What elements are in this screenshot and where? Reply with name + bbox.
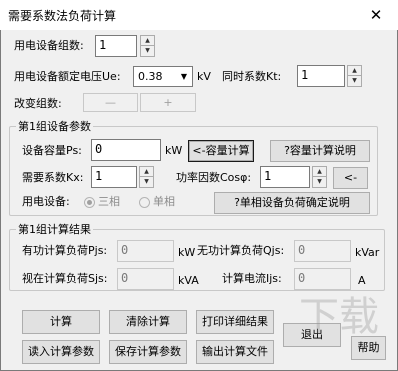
title-bar: 需要系数法负荷计算 ✕ (0, 0, 398, 30)
active-load-output: 0 (117, 240, 174, 262)
save-params-button[interactable]: 保存计算参数 (109, 340, 187, 364)
device-groups-label: 用电设备组数: (14, 39, 84, 52)
clear-button[interactable]: 清除计算 (109, 310, 187, 334)
spin-up-icon[interactable]: ▲ (140, 167, 153, 177)
apparent-load-unit: kVA (178, 274, 199, 287)
single-phase-label: 单相 (153, 195, 175, 208)
watermark-logo: 下载 (299, 294, 379, 340)
reactive-load-output: 0 (294, 240, 351, 262)
close-icon[interactable]: ✕ (354, 0, 398, 30)
rated-voltage-select[interactable]: 0.38 ▼ (133, 66, 193, 87)
power-factor-label: 功率因数Cosφ: (176, 171, 252, 184)
spin-down-icon[interactable]: ▼ (348, 76, 361, 86)
increase-group-button[interactable]: + (140, 93, 196, 112)
apply-power-factor-button[interactable]: <- (333, 167, 368, 189)
apparent-load-output: 0 (117, 268, 174, 290)
power-factor-input[interactable]: 1 (260, 166, 310, 188)
three-phase-label: 三相 (98, 195, 120, 208)
capacity-calc-button[interactable]: <-容量计算 (188, 140, 254, 162)
single-phase-radio[interactable] (139, 197, 150, 208)
window-title: 需要系数法负荷计算 (8, 9, 117, 23)
spin-down-icon[interactable]: ▼ (141, 46, 154, 56)
capacity-label: 设备容量Ps: (22, 144, 82, 157)
group-params-title: 第1组设备参数 (16, 118, 93, 134)
device-groups-input[interactable]: 1 (95, 35, 137, 57)
reactive-load-label: 无功计算负荷Qjs: (197, 244, 285, 257)
single-phase-help-button[interactable]: ?单相设备负荷确定说明 (214, 192, 370, 214)
dialog-body: 用电设备组数: 1 ▲ ▼ 用电设备额定电压Ue: 0.38 ▼ kV 同时系数… (0, 30, 398, 371)
device-groups-spinner[interactable]: ▲ ▼ (140, 35, 155, 57)
spin-down-icon[interactable]: ▼ (313, 177, 326, 187)
demand-factor-spinner[interactable]: ▲ ▼ (139, 166, 154, 188)
capacity-help-button[interactable]: ?容量计算说明 (270, 140, 370, 162)
power-factor-spinner[interactable]: ▲ ▼ (312, 166, 327, 188)
rated-voltage-label: 用电设备额定电压Ue: (14, 70, 121, 83)
print-button[interactable]: 打印详细结果 (196, 310, 274, 334)
rated-voltage-unit: kV (197, 70, 211, 83)
capacity-unit: kW (165, 144, 183, 157)
chevron-down-icon[interactable]: ▼ (176, 67, 192, 86)
group-results-title: 第1组计算结果 (16, 221, 93, 237)
load-params-button[interactable]: 读入计算参数 (22, 340, 100, 364)
three-phase-radio[interactable] (84, 197, 95, 208)
demand-factor-input[interactable]: 1 (91, 166, 137, 188)
rated-voltage-value: 0.38 (138, 70, 163, 83)
simultaneity-label: 同时系数Kt: (222, 70, 282, 83)
device-type-label: 用电设备: (22, 195, 70, 208)
spin-up-icon[interactable]: ▲ (348, 66, 361, 76)
decrease-group-button[interactable]: — (83, 93, 138, 112)
export-file-button[interactable]: 输出计算文件 (196, 340, 274, 364)
active-load-unit: kW (178, 246, 196, 259)
simultaneity-input[interactable]: 1 (297, 65, 345, 87)
reactive-load-unit: kVar (355, 246, 380, 259)
current-label: 计算电流Ijs: (222, 272, 282, 285)
active-load-label: 有功计算负荷Pjs: (22, 244, 108, 257)
capacity-input[interactable]: 0 (91, 139, 161, 161)
spin-up-icon[interactable]: ▲ (141, 36, 154, 46)
spin-up-icon[interactable]: ▲ (313, 167, 326, 177)
simultaneity-spinner[interactable]: ▲ ▼ (347, 65, 362, 87)
apparent-load-label: 视在计算负荷Sjs: (22, 272, 108, 285)
spin-down-icon[interactable]: ▼ (140, 177, 153, 187)
demand-factor-label: 需要系数Kx: (22, 171, 84, 184)
change-group-label: 改变组数: (14, 97, 62, 110)
calculate-button[interactable]: 计算 (22, 310, 100, 334)
